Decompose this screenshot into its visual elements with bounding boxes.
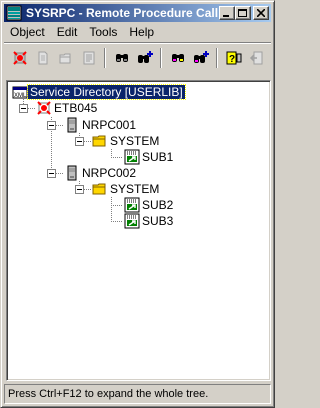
find-next-icon xyxy=(137,51,153,63)
menu-tools[interactable]: Tools xyxy=(83,24,123,41)
minimize-icon xyxy=(223,15,229,17)
help-icon: ? xyxy=(226,51,241,65)
find-next-button[interactable] xyxy=(133,47,156,69)
maximize-icon xyxy=(238,8,247,17)
minimize-button[interactable] xyxy=(219,6,235,20)
app-icon[interactable] xyxy=(6,5,22,21)
find-colored-button[interactable] xyxy=(166,47,189,69)
collapse-toggle[interactable] xyxy=(75,137,84,146)
tree-subprogram-node[interactable]: SUB2 xyxy=(124,197,175,213)
tree-library-node[interactable]: SYSTEM xyxy=(92,181,161,197)
host-node-icon xyxy=(37,101,51,115)
toolbar-separator xyxy=(160,48,162,68)
svg-text:XML: XML xyxy=(14,93,27,99)
svg-text:?: ? xyxy=(229,54,235,65)
server-label: NRPC002 xyxy=(82,166,137,180)
subprogram-icon xyxy=(124,197,140,213)
collapse-toggle[interactable] xyxy=(75,185,84,194)
subprogram-label: SUB2 xyxy=(142,198,174,212)
status-bar: Press Ctrl+F12 to expand the whole tree. xyxy=(4,384,271,404)
tree-subprogram-node[interactable]: SUB1 xyxy=(124,149,175,165)
window-title: SYSRPC - Remote Procedure Call xyxy=(26,6,219,20)
toolbar: ? xyxy=(4,44,271,72)
tree-root-node[interactable]: XML Service Directory [USERLIB] xyxy=(12,84,186,100)
menu-help[interactable]: Help xyxy=(123,24,160,41)
title-bar[interactable]: SYSRPC - Remote Procedure Call xyxy=(4,4,271,22)
subprogram-icon xyxy=(124,149,140,165)
properties-button[interactable] xyxy=(77,47,100,69)
properties-icon xyxy=(83,51,94,65)
connect-icon xyxy=(12,51,27,65)
tree-server-node[interactable]: NRPC001 xyxy=(64,117,138,133)
exit-icon xyxy=(249,51,262,65)
server-icon xyxy=(67,165,77,181)
menu-object[interactable]: Object xyxy=(4,24,51,41)
find-colored-next-icon xyxy=(193,51,209,63)
connect-button[interactable] xyxy=(8,47,31,69)
main-window: SYSRPC - Remote Procedure Call Object Ed… xyxy=(0,0,275,408)
open-button[interactable] xyxy=(54,47,77,69)
find-colored-next-button[interactable] xyxy=(189,47,212,69)
subprogram-label: SUB1 xyxy=(142,150,174,164)
find-icon xyxy=(115,54,128,62)
exit-button[interactable] xyxy=(245,47,268,69)
server-icon xyxy=(67,117,77,133)
menu-edit[interactable]: Edit xyxy=(51,24,84,41)
server-label: NRPC001 xyxy=(82,118,137,132)
help-button[interactable]: ? xyxy=(222,47,245,69)
subprogram-label: SUB3 xyxy=(142,214,174,228)
toolbar-separator xyxy=(216,48,218,68)
collapse-toggle[interactable] xyxy=(47,169,56,178)
library-label: SYSTEM xyxy=(110,134,160,148)
tree-subprogram-node[interactable]: SUB3 xyxy=(124,213,175,229)
maximize-button[interactable] xyxy=(235,6,251,20)
new-document-icon xyxy=(38,51,47,65)
library-label: SYSTEM xyxy=(110,182,160,196)
new-button[interactable] xyxy=(31,47,54,69)
service-directory-icon: XML xyxy=(12,86,28,99)
close-button[interactable] xyxy=(253,6,269,20)
host-label: ETB045 xyxy=(54,101,98,115)
toolbar-separator xyxy=(104,48,106,68)
tree-root-label: Service Directory [USERLIB] xyxy=(27,84,186,100)
collapse-toggle[interactable] xyxy=(47,121,56,130)
collapse-toggle[interactable] xyxy=(19,104,28,113)
folder-icon xyxy=(59,53,70,64)
service-directory-tree[interactable]: XML Service Directory [USERLIB] ETB045 N… xyxy=(6,80,271,381)
menu-bar: Object Edit Tools Help xyxy=(4,23,271,42)
find-button[interactable] xyxy=(110,47,133,69)
find-colored-icon xyxy=(171,54,184,62)
status-text: Press Ctrl+F12 to expand the whole tree. xyxy=(8,388,209,400)
subprogram-icon xyxy=(124,213,140,229)
close-icon xyxy=(257,9,265,17)
tree-server-node[interactable]: NRPC002 xyxy=(64,165,138,181)
library-folder-icon xyxy=(92,135,106,147)
tree-host-node[interactable]: ETB045 xyxy=(36,100,99,116)
tree-library-node[interactable]: SYSTEM xyxy=(92,133,161,149)
library-folder-icon xyxy=(92,183,106,195)
